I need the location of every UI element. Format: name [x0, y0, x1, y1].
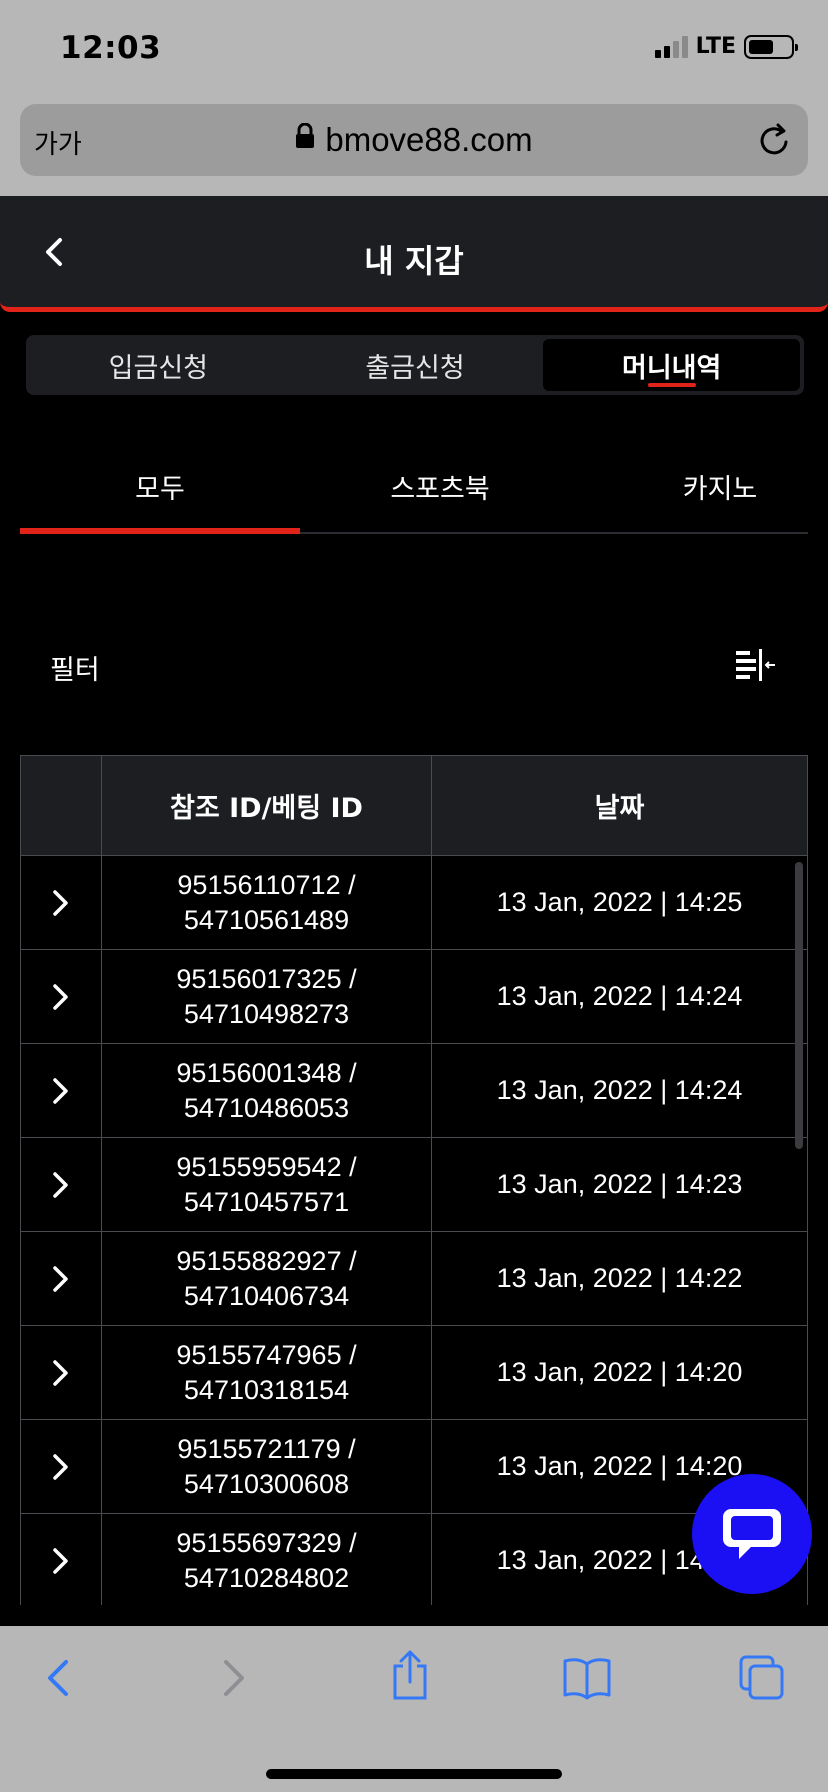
table-row[interactable]: 95155697329 /54710284802 13 Jan, 2022 | 1… — [21, 1514, 807, 1605]
bet-id: 54710406734 — [183, 1280, 350, 1311]
ref-bet-id-cell: 95156110712 / 54710561489 — [102, 856, 432, 949]
ref-id: 95155721179 / — [177, 1433, 356, 1464]
tab-all[interactable]: 모두 — [20, 440, 300, 534]
chevron-right-icon — [53, 1171, 68, 1198]
chevron-right-icon — [53, 889, 68, 916]
table-row[interactable]: 95155721179 /54710300608 13 Jan, 2022 | 1… — [21, 1420, 807, 1514]
table-row[interactable]: 95155882927 / 54710406734 13 Jan, 2022 | 1… — [21, 1232, 807, 1326]
ref-id: 95156001348 / — [176, 1057, 357, 1088]
filter-label: 필터 — [50, 655, 100, 686]
bet-id: 54710561489 — [183, 904, 350, 935]
table-row[interactable]: 95155747965 / 54710318154 13 Jan, 2022 | 1… — [21, 1326, 807, 1420]
ref-bet-id-cell: 95155747965 / 54710318154 — [102, 1326, 432, 1419]
date-cell: 13 Jan, 2022 | 14:22 — [496, 1263, 743, 1293]
chevron-right-icon — [53, 1265, 68, 1292]
bet-id: 54710284802 — [183, 1562, 350, 1593]
reload-icon[interactable] — [758, 122, 792, 162]
filter-icon[interactable] — [734, 647, 776, 687]
browser-top-chrome: 12:03 LTE 가가 bmove88.com — [0, 0, 828, 196]
battery-icon — [744, 34, 798, 59]
date-cell: 13 Jan, 2022 | 14:25 — [496, 887, 743, 917]
ref-bet-id-cell: 95155697329 / 54710284802 — [102, 1514, 432, 1605]
category-tabs: 모두 스포츠북 카지노 — [20, 440, 808, 534]
date-cell: 13 Jan, 2022 | 14:24 — [496, 981, 743, 1011]
history-table: 참조 ID/베팅 ID 날짜 95156110712 / 54710561489 1… — [20, 755, 808, 1605]
segment-deposit[interactable]: 입금신청 — [30, 339, 287, 391]
segment-withdraw[interactable]: 출금신청 — [287, 339, 544, 391]
expand-row-button[interactable] — [21, 1514, 102, 1605]
chevron-right-icon — [53, 983, 68, 1010]
browser-forward-icon[interactable] — [220, 1656, 250, 1704]
signal-icon — [654, 35, 688, 58]
tab-sportsbook[interactable]: 스포츠북 — [300, 440, 580, 532]
address-bar[interactable]: 가가 bmove88.com — [20, 104, 808, 176]
wallet-segmented-control: 입금신청 출금신청 머니내역 — [26, 335, 804, 395]
ref-bet-id-cell: 95155882927 / 54710406734 — [102, 1232, 432, 1325]
expand-row-button[interactable] — [21, 1232, 102, 1325]
chat-icon — [723, 1509, 781, 1559]
app-header: 내 지갑 — [0, 196, 828, 312]
ref-id: 95155959542 / — [176, 1151, 357, 1182]
live-chat-button[interactable] — [692, 1474, 812, 1594]
expand-row-button[interactable] — [21, 950, 102, 1043]
expand-row-button[interactable] — [21, 856, 102, 949]
ref-id: 95155747965 / — [176, 1339, 357, 1370]
expand-row-button[interactable] — [21, 1420, 102, 1513]
network-label: LTE — [695, 34, 736, 59]
date-cell: 13 Jan, 2022 | 14:24 — [496, 1075, 743, 1105]
ref-id: 95156110712 / — [177, 869, 356, 900]
table-row[interactable]: 95155959542 / 54710457571 13 Jan, 2022 | 1… — [21, 1138, 807, 1232]
browser-back-icon[interactable] — [42, 1656, 72, 1704]
browser-toolbar — [0, 1626, 828, 1792]
tabs-icon[interactable] — [738, 1654, 786, 1706]
status-time: 12:03 — [60, 30, 162, 66]
date-cell: 13 Jan, 2022 | 14:20 — [496, 1357, 743, 1387]
table-row[interactable]: 95156017325 / 54710498273 13 Jan, 2022 | 1… — [21, 950, 807, 1044]
bet-id: 54710300608 — [183, 1468, 350, 1499]
ref-id: 95155697329 / — [176, 1527, 357, 1558]
expand-row-button[interactable] — [21, 1326, 102, 1419]
table-row[interactable]: 95156110712 / 54710561489 13 Jan, 2022 | 1… — [21, 856, 807, 950]
bet-id: 54710457571 — [183, 1186, 350, 1217]
header-expand — [21, 756, 102, 855]
bookmarks-icon[interactable] — [562, 1656, 612, 1704]
ref-bet-id-cell: 95156017325 / 54710498273 — [102, 950, 432, 1043]
expand-row-button[interactable] — [21, 1138, 102, 1231]
ref-bet-id-cell: 95155959542 / 54710457571 — [102, 1138, 432, 1231]
ref-id: 95155882927 / — [176, 1245, 357, 1276]
table-row[interactable]: 95156001348 / 54710486053 13 Jan, 2022 | 1… — [21, 1044, 807, 1138]
url-text: bmove88.com — [325, 121, 533, 158]
ref-id: 95156017325 / — [176, 963, 357, 994]
home-indicator — [266, 1769, 562, 1779]
segment-money-history[interactable]: 머니내역 — [543, 339, 801, 391]
table-header: 참조 ID/베팅 ID 날짜 — [21, 755, 807, 856]
active-indicator — [647, 383, 696, 387]
bet-id: 54710486053 — [183, 1092, 350, 1123]
date-cell: 13 Jan, 2022 | 14:23 — [496, 1169, 743, 1199]
chevron-right-icon — [53, 1077, 68, 1104]
chevron-right-icon — [53, 1359, 68, 1386]
tab-casino[interactable]: 카지노 — [580, 440, 828, 532]
status-icons: LTE — [654, 34, 798, 59]
page-title: 내 지갑 — [364, 242, 464, 280]
bet-id: 54710318154 — [183, 1374, 350, 1405]
header-date: 날짜 — [594, 793, 645, 824]
chevron-right-icon — [53, 1453, 68, 1480]
chevron-right-icon — [53, 1547, 68, 1574]
bet-id: 54710498273 — [183, 998, 350, 1029]
table-scrollbar[interactable] — [795, 862, 803, 1149]
lock-icon — [295, 119, 315, 157]
header-ref-id: 참조 ID/베팅 ID — [102, 756, 432, 855]
share-icon[interactable] — [390, 1650, 430, 1704]
ref-bet-id-cell: 95155721179 / 54710300608 — [102, 1420, 432, 1513]
expand-row-button[interactable] — [21, 1044, 102, 1137]
ref-bet-id-cell: 95156001348 / 54710486053 — [102, 1044, 432, 1137]
